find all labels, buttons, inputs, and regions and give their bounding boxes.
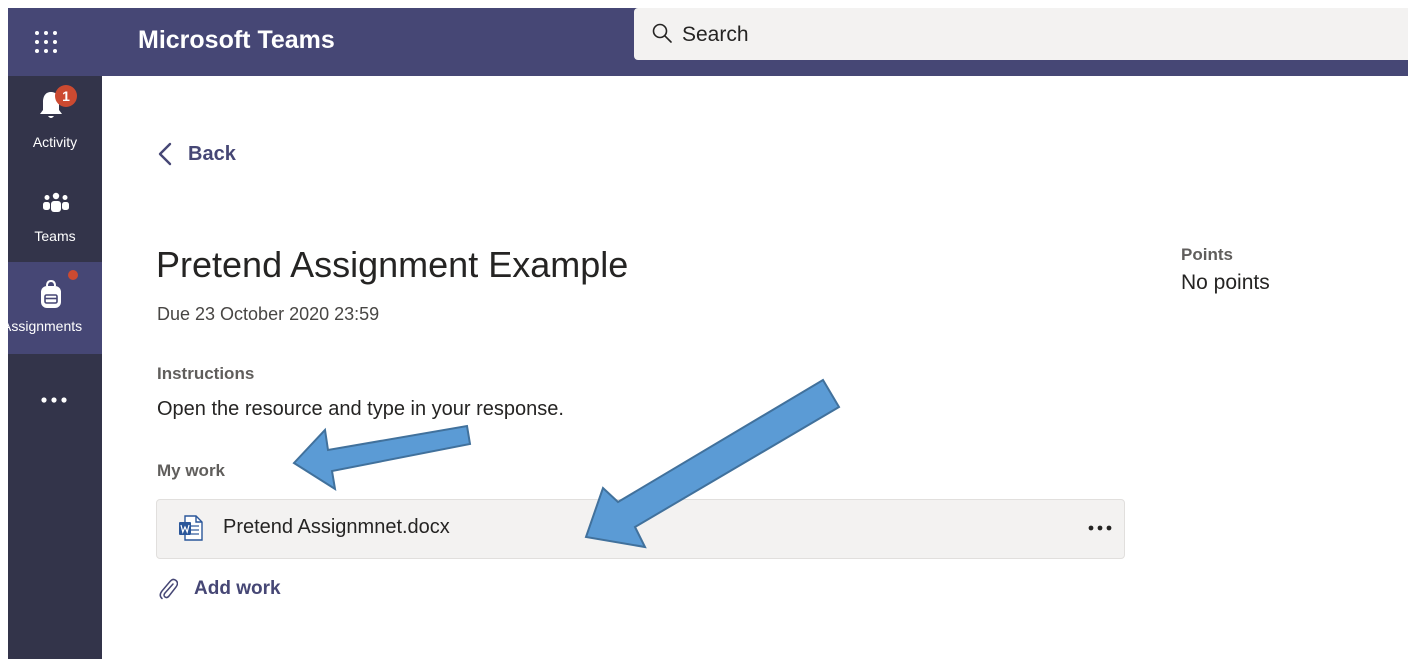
backpack-icon	[41, 280, 61, 308]
back-label: Back	[188, 142, 236, 165]
app-launcher-icon[interactable]	[32, 28, 60, 56]
word-document-icon	[179, 515, 203, 541]
search-icon	[652, 23, 672, 43]
paperclip-icon	[159, 578, 178, 600]
chevron-left-icon	[158, 142, 172, 166]
teams-icon	[43, 192, 69, 212]
search-box[interactable]	[634, 8, 1408, 60]
instructions-text: Open the resource and type in your respo…	[157, 398, 564, 420]
add-work-label: Add work	[194, 578, 281, 599]
due-date: Due 23 October 2020 23:59	[157, 304, 380, 324]
app-title: Microsoft Teams	[138, 26, 335, 54]
app-rail: 1 Activity Teams Assignments	[2, 76, 102, 659]
rail-label-assignments: Assignments	[2, 318, 83, 334]
rail-item-more-apps[interactable]	[8, 376, 102, 426]
back-button[interactable]: Back	[158, 138, 236, 170]
search-input[interactable]	[680, 16, 1284, 54]
more-apps-icon	[41, 397, 67, 403]
points-label: Points	[1181, 245, 1233, 264]
rail-label-teams: Teams	[34, 228, 76, 244]
top-bar: Microsoft Teams	[0, 0, 1408, 76]
rail-item-teams[interactable]: Teams	[8, 176, 102, 264]
points-value: No points	[1181, 271, 1270, 294]
annotation-arrows	[292, 378, 841, 549]
rail-item-activity[interactable]: 1 Activity	[8, 76, 102, 168]
annotation-arrow-my-work	[292, 424, 472, 492]
file-name: Pretend Assignmnet.docx	[223, 516, 450, 538]
my-work-label: My work	[157, 461, 226, 480]
more-options-icon[interactable]	[1086, 516, 1114, 540]
activity-badge: 1	[55, 85, 77, 107]
add-work-button[interactable]: Add work	[158, 574, 281, 604]
instructions-label: Instructions	[157, 364, 255, 383]
header: Microsoft Teams	[8, 8, 1408, 76]
rail-label-activity: Activity	[32, 134, 78, 150]
assignment-title: Pretend Assignment Example	[156, 244, 629, 285]
rail-item-assignments[interactable]: Assignments	[2, 262, 102, 354]
attached-file-card[interactable]: Pretend Assignmnet.docx	[156, 499, 1125, 559]
assignments-notification-dot	[68, 270, 78, 280]
